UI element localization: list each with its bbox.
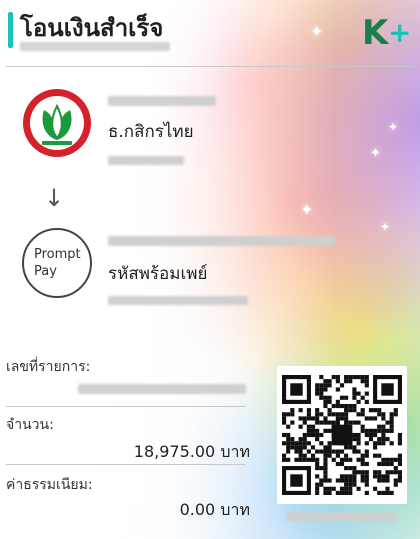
fee-value: 0.00 บาท xyxy=(179,500,250,519)
redacted-sender-account xyxy=(108,156,184,165)
kplus-logo-icon: K + xyxy=(362,13,410,50)
redacted-datetime xyxy=(20,42,170,51)
redacted-qr-caption xyxy=(286,512,396,521)
qr-code-icon xyxy=(282,375,402,495)
amount-value: 18,975.00 บาท xyxy=(133,442,250,461)
redacted-receiver-id xyxy=(108,296,248,305)
sparkle-icon: ✦ xyxy=(388,120,399,134)
transfer-slip: ✦ ✦ ✦ ✦ ✦ โอนเงินสำเร็จ K + ธ.กสิกรไทย ↓… xyxy=(0,0,420,539)
redacted-reference-number xyxy=(78,384,246,394)
sparkle-icon: ✦ xyxy=(380,220,391,234)
fee-label: ค่าธรรมเนียม: xyxy=(6,477,93,493)
slip-header: โอนเงินสำเร็จ K + xyxy=(0,0,420,66)
arrow-down-icon: ↓ xyxy=(44,184,65,212)
redacted-receiver-name xyxy=(108,236,336,246)
sparkle-icon: ✦ xyxy=(300,200,314,219)
receiver-service-name: รหัสพร้อมเพย์ xyxy=(108,264,208,284)
accent-bar xyxy=(8,12,13,48)
promptpay-icon: Prompt Pay xyxy=(22,228,92,298)
redacted-sender-name xyxy=(108,96,216,106)
sender-bank-name: ธ.กสิกรไทย xyxy=(108,122,194,142)
reference-label: เลขที่รายการ: xyxy=(6,359,91,375)
svg-text:+: + xyxy=(388,16,410,49)
kasikorn-bank-icon xyxy=(22,88,92,158)
qr-code[interactable] xyxy=(277,366,407,504)
sparkle-icon: ✦ xyxy=(370,146,381,161)
svg-text:K: K xyxy=(362,13,390,50)
amount-label: จำนวน: xyxy=(6,417,54,433)
